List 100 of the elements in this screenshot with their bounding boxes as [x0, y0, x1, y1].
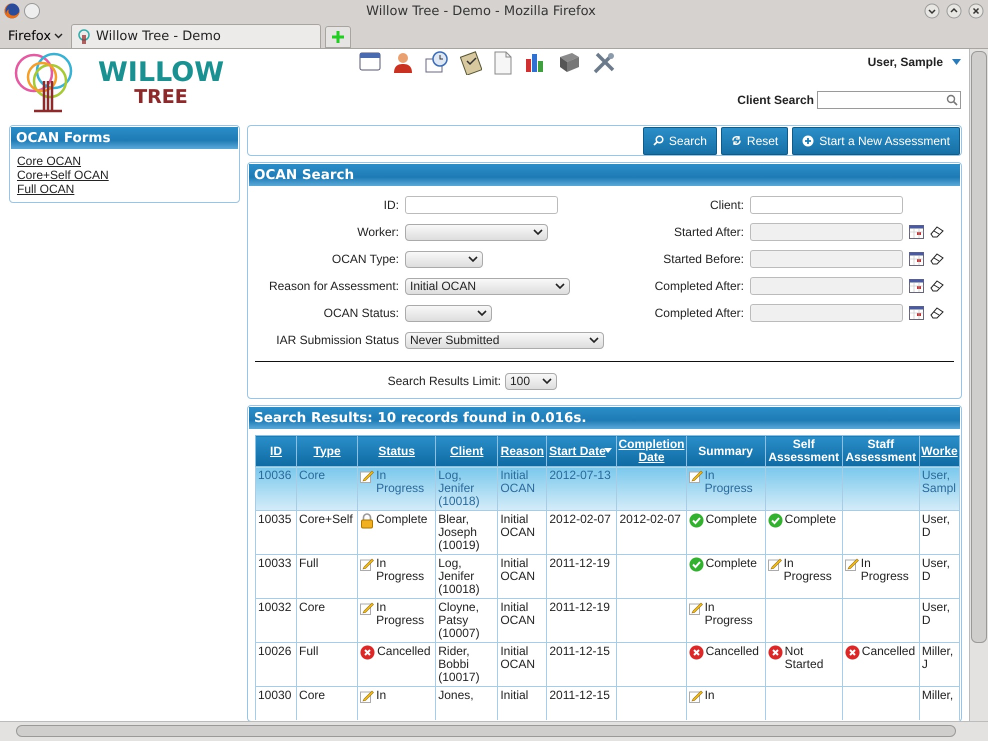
panel-title: OCAN Forms	[11, 127, 238, 149]
calendar-icon[interactable]	[909, 252, 924, 266]
cancel-icon	[688, 645, 704, 660]
table-cell: User, Sampl	[922, 468, 956, 495]
search-icon	[652, 135, 664, 146]
date-field[interactable]	[750, 304, 903, 322]
form-link[interactable]: Core OCAN	[17, 154, 82, 168]
action-button[interactable]: Start a New Assessment	[792, 126, 960, 154]
result-row[interactable]: 10026 Full Cancelled Rider, Bobbi (10017) Initial OCAN 2011-12-15 Cancelled Not Started Cancelled Miller, J	[256, 642, 960, 686]
column-header[interactable]: Start Date	[546, 436, 617, 466]
form-link[interactable]: Full OCAN	[17, 182, 74, 196]
calendar-icon[interactable]	[909, 306, 924, 320]
eraser-icon[interactable]	[930, 253, 944, 265]
table-cell: Blear, Joseph (10019)	[438, 512, 480, 552]
date-field[interactable]	[750, 223, 903, 241]
action-button[interactable]: Search	[642, 126, 717, 154]
column-header[interactable]: Client	[436, 436, 498, 466]
user-icon[interactable]	[392, 51, 414, 73]
text-field[interactable]	[405, 196, 558, 214]
dropdown[interactable]: Never Submitted	[405, 332, 604, 348]
table-cell: 10036	[258, 468, 292, 482]
result-row[interactable]: 10032 Core In Progress Cloyne, Patsy (10007) Initial OCAN 2011-12-19 In Progress User, D	[256, 598, 960, 642]
bar-chart-icon[interactable]	[524, 51, 546, 73]
calendar-icon[interactable]	[909, 225, 924, 239]
column-header: Self Assessment	[765, 436, 842, 466]
action-button[interactable]: Reset	[720, 126, 788, 154]
text-field[interactable]	[750, 196, 903, 214]
calendar-icon[interactable]	[909, 279, 924, 293]
dropdown[interactable]	[405, 304, 492, 322]
search-icon[interactable]	[946, 94, 958, 106]
form-link[interactable]: Core+Self OCAN	[17, 168, 109, 182]
pencil-icon	[360, 557, 374, 571]
pencil-icon	[360, 601, 374, 615]
dropdown[interactable]: 100	[505, 372, 557, 390]
pencil-icon	[360, 469, 374, 483]
pencil-icon	[688, 469, 703, 483]
tools-icon[interactable]	[592, 51, 616, 75]
cancel-icon	[360, 645, 376, 660]
vertical-scrollbar[interactable]	[969, 49, 988, 721]
pencil-icon	[768, 557, 782, 571]
status-text: In Progress	[376, 601, 426, 627]
pencil-icon	[844, 557, 859, 571]
clipboard-icon[interactable]	[460, 51, 482, 75]
pencil-icon	[688, 689, 703, 703]
client-search-field[interactable]	[817, 91, 961, 109]
result-row[interactable]: 10036 Core In Progress Log, Jenifer (10018) Initial OCAN 2012-07-13 In Progress User, Sampl	[256, 466, 960, 510]
dropdown[interactable]: Initial OCAN	[405, 278, 570, 294]
chevron-down-icon	[555, 282, 565, 290]
dropdown[interactable]	[405, 250, 483, 268]
field-label: Completed After:	[654, 306, 744, 320]
field-label: Started Before:	[662, 252, 744, 266]
status-text: Complete	[706, 513, 757, 526]
minimize-icon[interactable]	[924, 3, 940, 19]
table-cell: 2012-07-13	[549, 468, 611, 482]
field-label: OCAN Status:	[322, 306, 399, 320]
eraser-icon[interactable]	[930, 280, 944, 292]
table-cell: 2011-12-15	[549, 644, 610, 658]
table-cell: 2012-02-07	[549, 512, 611, 526]
table-cell: 2011-12-19	[549, 556, 610, 570]
panel-title: Search Results: 10 records found in 0.016s.	[249, 407, 960, 429]
eraser-icon[interactable]	[930, 307, 944, 319]
plus-circle-icon	[802, 134, 814, 146]
document-icon[interactable]	[493, 51, 513, 75]
date-field[interactable]	[750, 277, 903, 295]
table-cell: Log, Jenifer (10018)	[438, 468, 480, 508]
close-icon[interactable]	[968, 3, 984, 19]
window-menu-button[interactable]	[24, 3, 40, 19]
field-label: ID:	[382, 198, 399, 212]
eraser-icon[interactable]	[930, 226, 944, 238]
status-text: In Progress	[784, 557, 833, 583]
calendar-icon[interactable]	[359, 51, 381, 71]
status-text: Not Started	[784, 645, 824, 671]
column-header[interactable]: ID	[256, 436, 297, 466]
column-header[interactable]: Reason	[498, 436, 547, 466]
table-cell: Core+Self	[299, 512, 353, 526]
column-header[interactable]: Completion Date	[616, 436, 686, 466]
status-text: In Progress	[860, 557, 910, 583]
dropdown-caret-icon[interactable]	[952, 59, 961, 65]
horizontal-scrollbar[interactable]	[0, 721, 988, 741]
table-cell: 2012-02-07	[619, 512, 681, 526]
column-header[interactable]: Type	[296, 436, 358, 466]
user-menu[interactable]: User, Sample	[868, 55, 943, 69]
field-label: Search Results Limit:	[386, 374, 501, 388]
column-header[interactable]: Status	[358, 436, 436, 466]
result-row[interactable]: 10033 Full In Progress Log, Jenifer (10018) Initial OCAN 2011-12-19 Complete In Progress In Progress User, D	[256, 554, 960, 598]
maximize-icon[interactable]	[946, 3, 962, 19]
firefox-menu-button[interactable]: Firefox	[4, 24, 68, 48]
status-text: Cancelled	[706, 645, 759, 658]
column-header[interactable]: Worke	[919, 436, 960, 466]
chevron-down-icon	[533, 228, 543, 236]
date-field[interactable]	[750, 250, 903, 268]
result-row[interactable]: 10035 Core+Self Complete Blear, Joseph (10019) Initial OCAN 2012-02-07 2012-02-07 Complete Complete User, D	[256, 510, 960, 554]
table-cell: User, D	[922, 556, 950, 583]
dropdown[interactable]	[405, 224, 548, 240]
field-label: Completed After:	[654, 279, 744, 293]
table-cell: 10026	[258, 644, 292, 658]
cancel-icon	[844, 645, 860, 660]
browser-tab[interactable]: Willow Tree - Demo	[71, 24, 322, 48]
clock-calendar-icon[interactable]	[425, 51, 449, 73]
table-cell: Log, Jenifer (10018)	[438, 556, 480, 596]
